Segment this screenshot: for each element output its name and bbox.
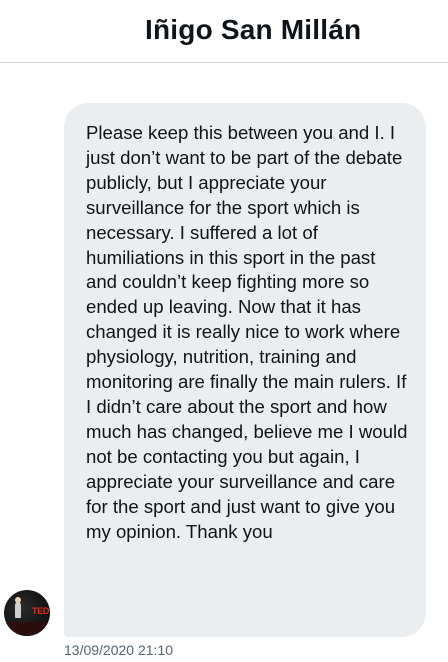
conversation-header: Iñigo San Millán [0, 0, 448, 63]
message-bubble[interactable]: Please keep this between you and I. I ju… [64, 103, 426, 637]
avatar[interactable]: TED [4, 590, 50, 636]
avatar-person-shape [15, 602, 21, 618]
message-timestamp: 13/09/2020 21:10 [64, 642, 173, 658]
avatar-stage-shape [4, 622, 50, 636]
avatar-logo-text: TED [32, 606, 50, 616]
message-text: Please keep this between you and I. I ju… [86, 122, 408, 542]
conversation-title: Iñigo San Millán [145, 14, 362, 45]
